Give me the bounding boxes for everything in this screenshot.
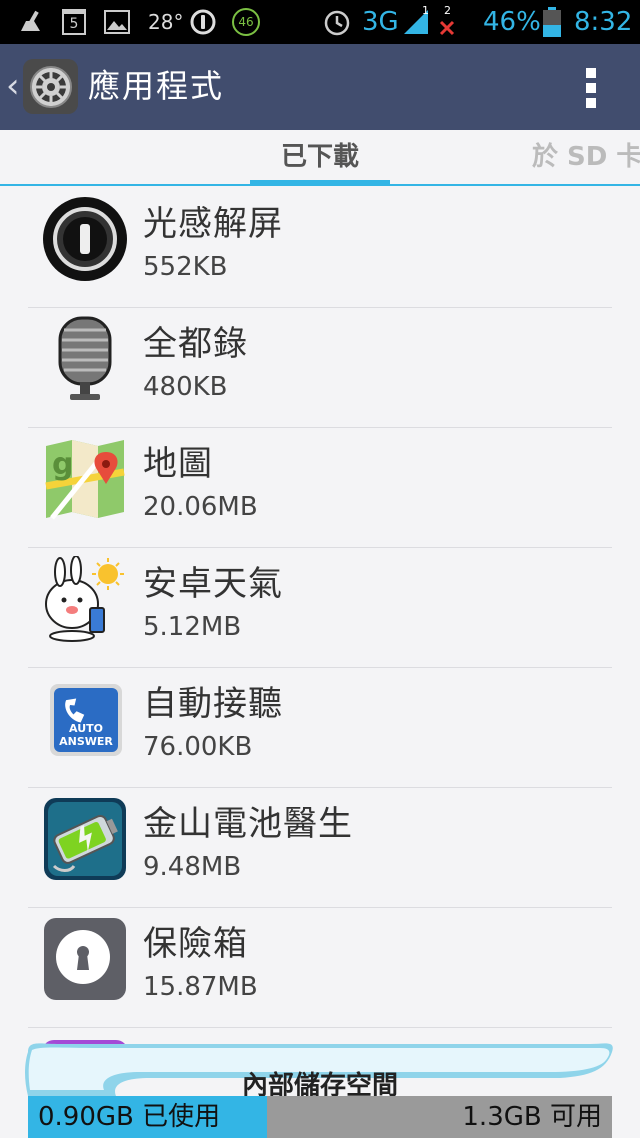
auto-answer-icon-line2: ANSWER: [59, 735, 113, 748]
battery-saver-icon: 46: [232, 0, 260, 44]
list-item[interactable]: g 地圖 20.06MB: [0, 428, 640, 548]
tab-bar: 已下載 於 SD 卡: [0, 130, 640, 186]
storage-free-label: 1.3GB 可用: [462, 1102, 602, 1132]
microphone-icon: [42, 316, 128, 402]
battery-doctor-icon: [42, 796, 128, 882]
battery-fill: [543, 25, 561, 37]
battery-percent: 46%: [483, 7, 541, 37]
power-icon: [190, 0, 216, 44]
status-bar: 5 28° 46 3G 1 2 46% 8:32: [0, 0, 640, 44]
app-name: 金山電池醫生: [143, 804, 353, 844]
app-name: 安卓天氣: [143, 564, 283, 604]
clock: 8:32: [574, 7, 633, 37]
weather-icon: [42, 555, 128, 642]
cleaner-icon: [18, 0, 44, 44]
app-size: 20.06MB: [143, 492, 258, 522]
storage-used-label: 0.90GB 已使用: [38, 1102, 221, 1132]
app-size: 76.00KB: [143, 732, 253, 762]
gallery-icon: [104, 0, 130, 44]
auto-answer-icon: AUTO ANSWER: [42, 676, 128, 762]
battery-saver-value: 46: [232, 8, 260, 36]
app-name: 保險箱: [143, 924, 248, 964]
temperature-text: 28°: [148, 10, 184, 34]
calendar-icon: 5: [62, 0, 86, 44]
list-item[interactable]: 光感解屏 552KB: [0, 188, 640, 308]
app-size: 15.87MB: [143, 972, 258, 1002]
tab-sd-card[interactable]: 於 SD 卡: [532, 130, 640, 184]
back-chevron-icon[interactable]: ‹: [6, 66, 20, 106]
sim1-label: 1: [422, 3, 429, 17]
app-name: 地圖: [143, 444, 213, 484]
overflow-menu-icon[interactable]: [578, 68, 604, 108]
alarm-icon: [322, 0, 352, 44]
network-type: 3G: [362, 7, 399, 37]
calendar-day: 5: [62, 9, 86, 35]
list-item[interactable]: 保險箱 15.87MB: [0, 908, 640, 1028]
settings-gear-icon[interactable]: [23, 59, 78, 114]
storage-panel: 內部儲存空間 0.90GB 已使用 1.3GB 可用: [0, 1030, 640, 1138]
vault-icon: [42, 916, 128, 1002]
app-size: 480KB: [143, 372, 228, 402]
app-bar: ‹ 應用程式: [0, 44, 640, 130]
svg-text:g: g: [52, 447, 73, 482]
app-size: 552KB: [143, 252, 228, 282]
maps-icon: g: [42, 436, 128, 522]
app-size: 9.48MB: [143, 852, 242, 882]
app-name: 全都錄: [143, 324, 248, 364]
screen-unlock-icon: [42, 196, 128, 282]
battery-icon: [543, 0, 561, 44]
page-title: 應用程式: [88, 67, 225, 105]
app-name: 光感解屏: [143, 204, 283, 244]
storage-usage-bar: 0.90GB 已使用 1.3GB 可用: [28, 1096, 612, 1138]
app-name: 自動接聽: [143, 684, 283, 724]
list-item[interactable]: AUTO ANSWER 自動接聽 76.00KB: [0, 668, 640, 788]
list-item[interactable]: 全都錄 480KB: [0, 308, 640, 428]
app-size: 5.12MB: [143, 612, 242, 642]
active-tab-indicator: [250, 180, 390, 186]
tab-downloaded[interactable]: 已下載: [250, 130, 390, 184]
auto-answer-icon-line1: AUTO: [69, 722, 103, 735]
list-item[interactable]: 安卓天氣 5.12MB: [0, 548, 640, 668]
list-item[interactable]: 金山電池醫生 9.48MB: [0, 788, 640, 908]
